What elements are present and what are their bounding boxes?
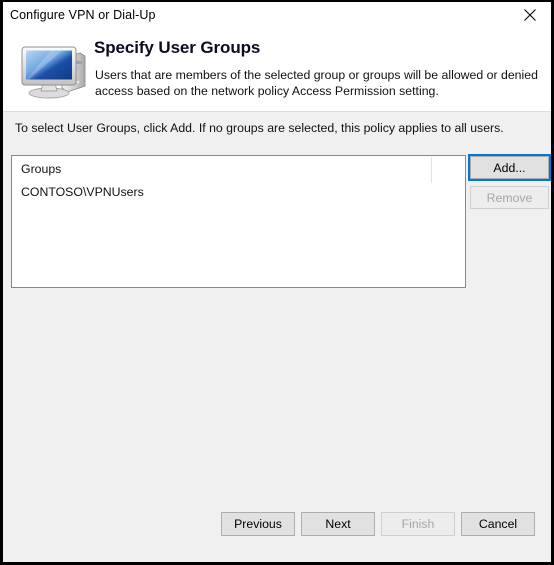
list-item[interactable]: CONTOSO\VPNUsers <box>21 185 144 199</box>
finish-button: Finish <box>381 512 455 536</box>
list-column-header: Groups <box>21 162 62 176</box>
window-title: Configure VPN or Dial-Up <box>10 8 156 22</box>
add-button[interactable]: Add... <box>468 154 551 181</box>
computer-monitor-icon <box>17 37 91 103</box>
remove-button: Remove <box>470 186 549 209</box>
cancel-button[interactable]: Cancel <box>461 512 535 536</box>
dialog-body: To select User Groups, click Add. If no … <box>3 112 551 562</box>
groups-listbox[interactable]: Groups CONTOSO\VPNUsers <box>11 155 466 288</box>
column-divider <box>431 157 432 183</box>
previous-button[interactable]: Previous <box>221 512 295 536</box>
next-button[interactable]: Next <box>301 512 375 536</box>
header-band: Specify User Groups Users that are membe… <box>3 29 551 112</box>
title-bar: Configure VPN or Dial-Up <box>3 2 551 29</box>
page-description: Users that are members of the selected g… <box>95 68 538 98</box>
page-title: Specify User Groups <box>94 38 261 57</box>
instruction-text: To select User Groups, click Add. If no … <box>15 121 504 135</box>
close-icon[interactable] <box>509 2 551 27</box>
configure-vpn-dialog: Configure VPN or Dial-Up Specify User Gr… <box>0 0 554 565</box>
